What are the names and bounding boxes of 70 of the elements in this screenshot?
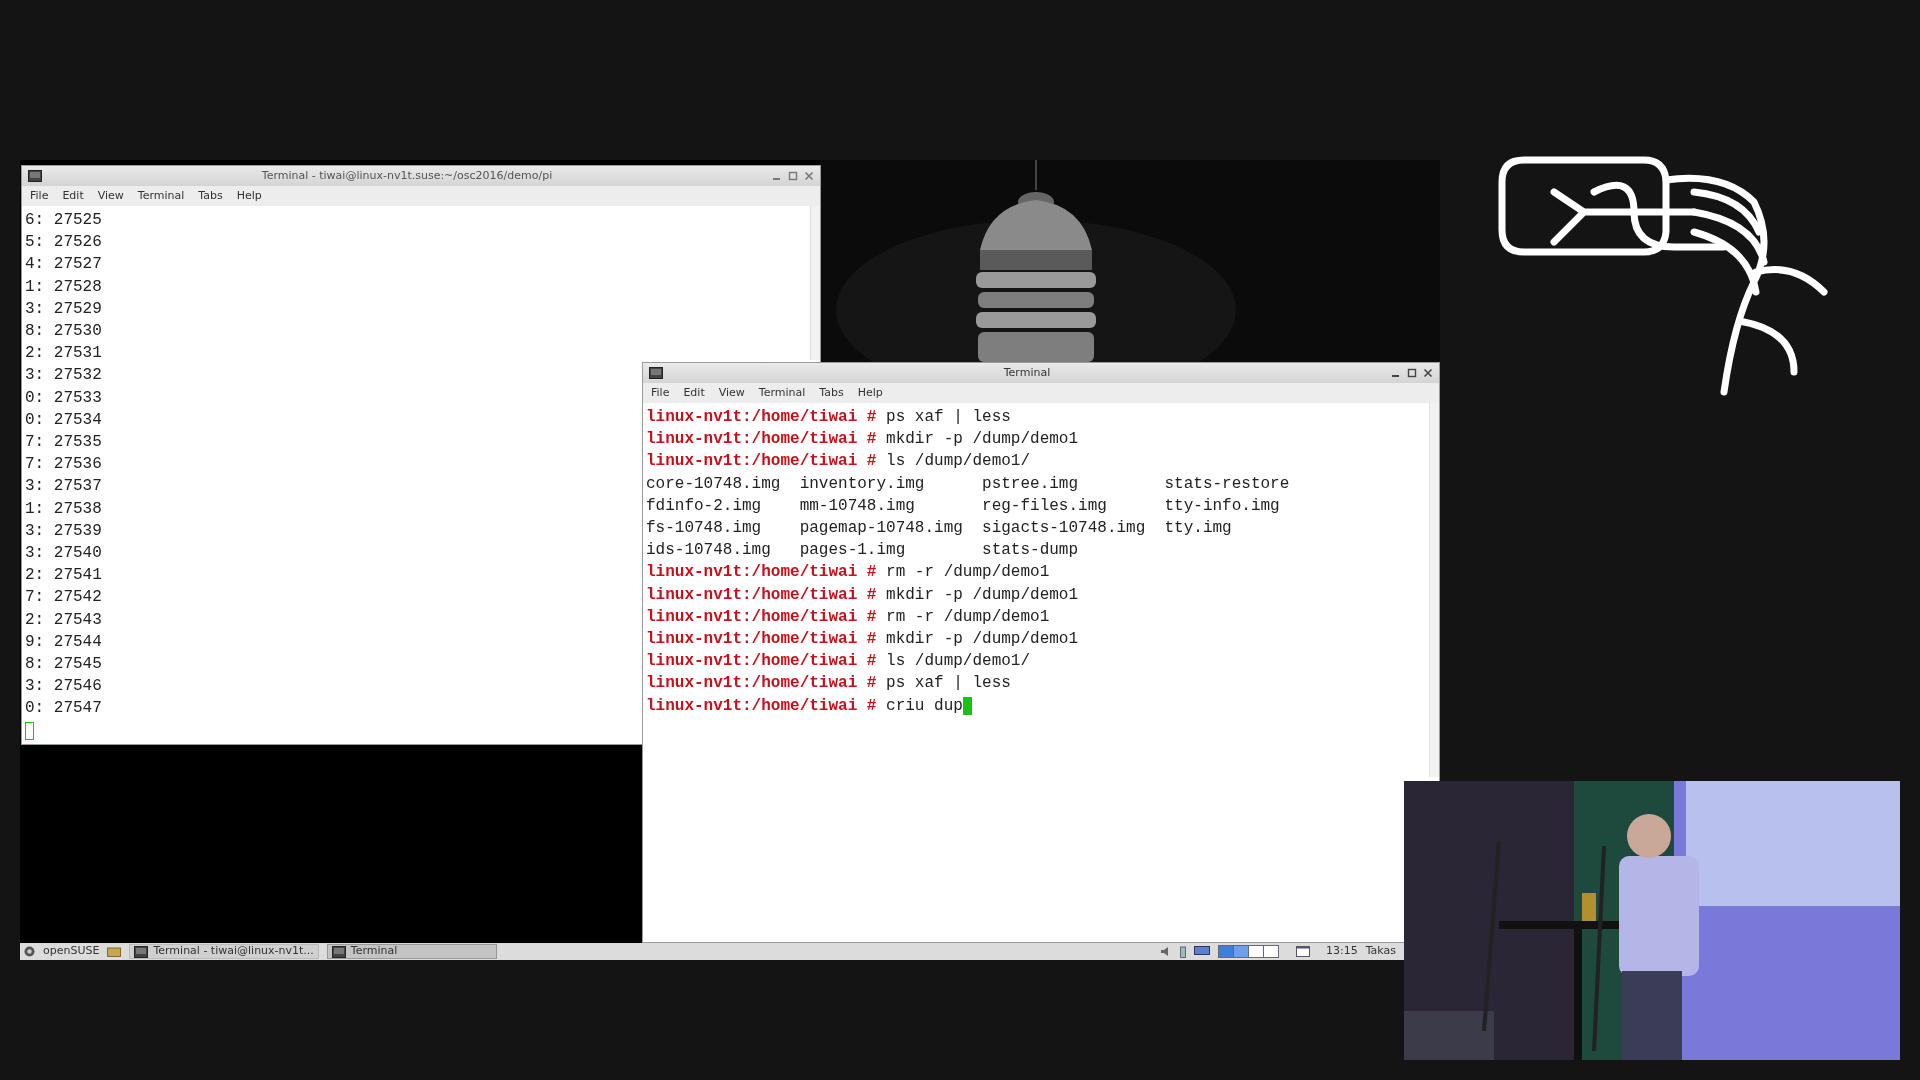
output-line: 8: 27545 [25,654,102,676]
start-label[interactable]: openSUSE [43,943,100,960]
scrollbar[interactable] [810,206,820,360]
terminal-icon [331,945,346,958]
menu-item[interactable]: File [651,384,670,402]
output-line: 6: 27525 [25,210,102,231]
user-name: Takas [1365,943,1396,960]
maximize-icon[interactable] [788,171,798,181]
maximize-icon[interactable] [1407,368,1417,378]
terminal-icon[interactable] [649,367,663,379]
close-icon[interactable] [1423,368,1433,378]
output-line: ids-10748.img pages-1.img stats-dump [646,540,1079,562]
output-line: 5: 27526 [25,232,102,254]
output-line: 7: 27536 [25,454,102,476]
command-line: linux-nv1t:/home/tiwai # ls /dump/demo1/ [646,651,1031,673]
output-line: 8: 27530 [25,321,102,342]
menu-item[interactable]: File [30,187,49,205]
output-line: 3: 27540 [25,543,102,565]
output-line: 3: 27529 [25,298,102,320]
menu-item[interactable]: View [718,384,745,402]
folder-icon[interactable] [107,946,122,957]
menu-item[interactable]: Tabs [819,384,844,402]
scrollbar[interactable] [1429,403,1439,777]
output-line: 1: 27528 [25,276,102,298]
battery-icon[interactable] [1180,945,1186,958]
output-line: core-10748.img inventory.img pstree.img stats-restore [646,473,1290,495]
menu-item[interactable]: Help [236,187,262,205]
menu-item[interactable]: Edit [683,384,705,402]
menu-item[interactable]: Help [857,384,883,402]
command-line: linux-nv1t:/home/tiwai # ls /dump/demo1/ [646,451,1031,473]
output-line: 3: 27532 [25,365,102,387]
window-title: Terminal - tiwai@linux-nv1t.suse:~/osc2016/demo/pi [260,167,554,184]
menu-item[interactable]: Terminal [758,384,806,402]
command-line: linux-nv1t:/home/tiwai # mkdir -p /dump/demo1 [646,584,1079,606]
command-line: linux-nv1t:/home/tiwai # rm -r /dump/demo1 [646,606,1050,628]
window-title: Terminal [1002,364,1052,381]
close-icon[interactable] [804,171,814,181]
command-line: linux-nv1t:/home/tiwai # criu dup [646,695,963,717]
taskbar-button[interactable]: Terminal - tiwai@linux-nv1t... [129,944,319,959]
taskbar-button[interactable]: Terminal [326,944,497,959]
monitor-icon[interactable] [1194,946,1210,957]
output-line: fdinfo-2.img mm-10748.img reg-files.img tty-info.img [646,495,1280,517]
output-line: 3: 27537 [25,476,102,498]
output-line: 7: 27535 [25,432,102,454]
output-line: 9: 27544 [25,631,102,653]
command-line: linux-nv1t:/home/tiwai # rm -r /dump/demo1 [646,562,1050,584]
output-line: 1: 27538 [25,498,102,520]
output-line: fs-10748.img pagemap-10748.img sigacts-10748.img tty.img [646,518,1232,539]
output-line: 2: 27531 [25,343,102,365]
command-line: linux-nv1t:/home/tiwai # ps xaf | less [646,407,1011,428]
output-line: 3: 27539 [25,520,102,542]
command-line: linux-nv1t:/home/tiwai # mkdir -p /dump/demo1 [646,629,1079,651]
terminal-icon[interactable] [28,170,42,182]
output-line: 0: 27534 [25,409,102,431]
output-line: 2: 27543 [25,609,102,631]
terminal-icon [134,945,149,958]
menu-item[interactable]: Edit [62,187,84,205]
menu-item[interactable]: View [97,187,124,205]
output-line: 2: 27541 [25,565,102,587]
command-line: linux-nv1t:/home/tiwai # mkdir -p /dump/demo1 [646,429,1079,451]
clock: 13:15 [1326,943,1358,960]
output-line: 3: 27546 [25,676,102,698]
command-line: linux-nv1t:/home/tiwai # ps xaf | less [646,673,1011,695]
menu-item[interactable]: Tabs [198,187,223,205]
output-line: 0: 27547 [25,698,102,720]
output-line: 0: 27533 [25,387,102,409]
menu-item[interactable]: Terminal [137,187,185,205]
workspace-pager-icon[interactable] [1218,945,1280,958]
output-line: 4: 27527 [25,254,102,276]
output-line: 7: 27542 [25,587,102,609]
